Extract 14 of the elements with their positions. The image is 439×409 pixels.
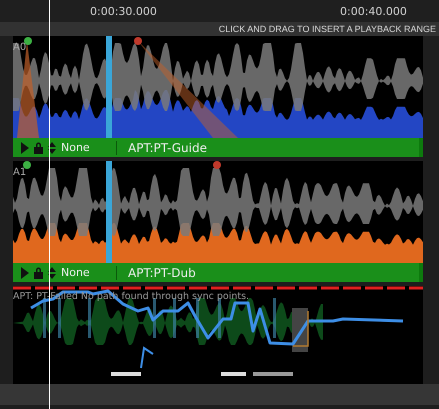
mode-selector[interactable]: None xyxy=(61,141,111,154)
time-label: 0:00:30.000 xyxy=(90,5,157,18)
mode-selector[interactable]: None xyxy=(61,266,111,279)
play-icon[interactable] xyxy=(21,142,29,154)
up-down-arrows-icon[interactable] xyxy=(48,266,56,278)
up-down-arrows-icon[interactable] xyxy=(48,142,56,154)
track-name: APT:PT-Guide xyxy=(128,140,207,154)
track-label: A1 xyxy=(13,167,26,178)
lock-icon[interactable] xyxy=(34,266,43,278)
track-name: APT:PT-Dub xyxy=(128,266,196,280)
play-icon[interactable] xyxy=(21,266,29,278)
hint-text: CLICK AND DRAG TO INSERT A PLAYBACK RANGE xyxy=(218,24,436,34)
lock-icon[interactable] xyxy=(34,142,43,154)
time-label: 0:00:40.000 xyxy=(340,5,407,18)
